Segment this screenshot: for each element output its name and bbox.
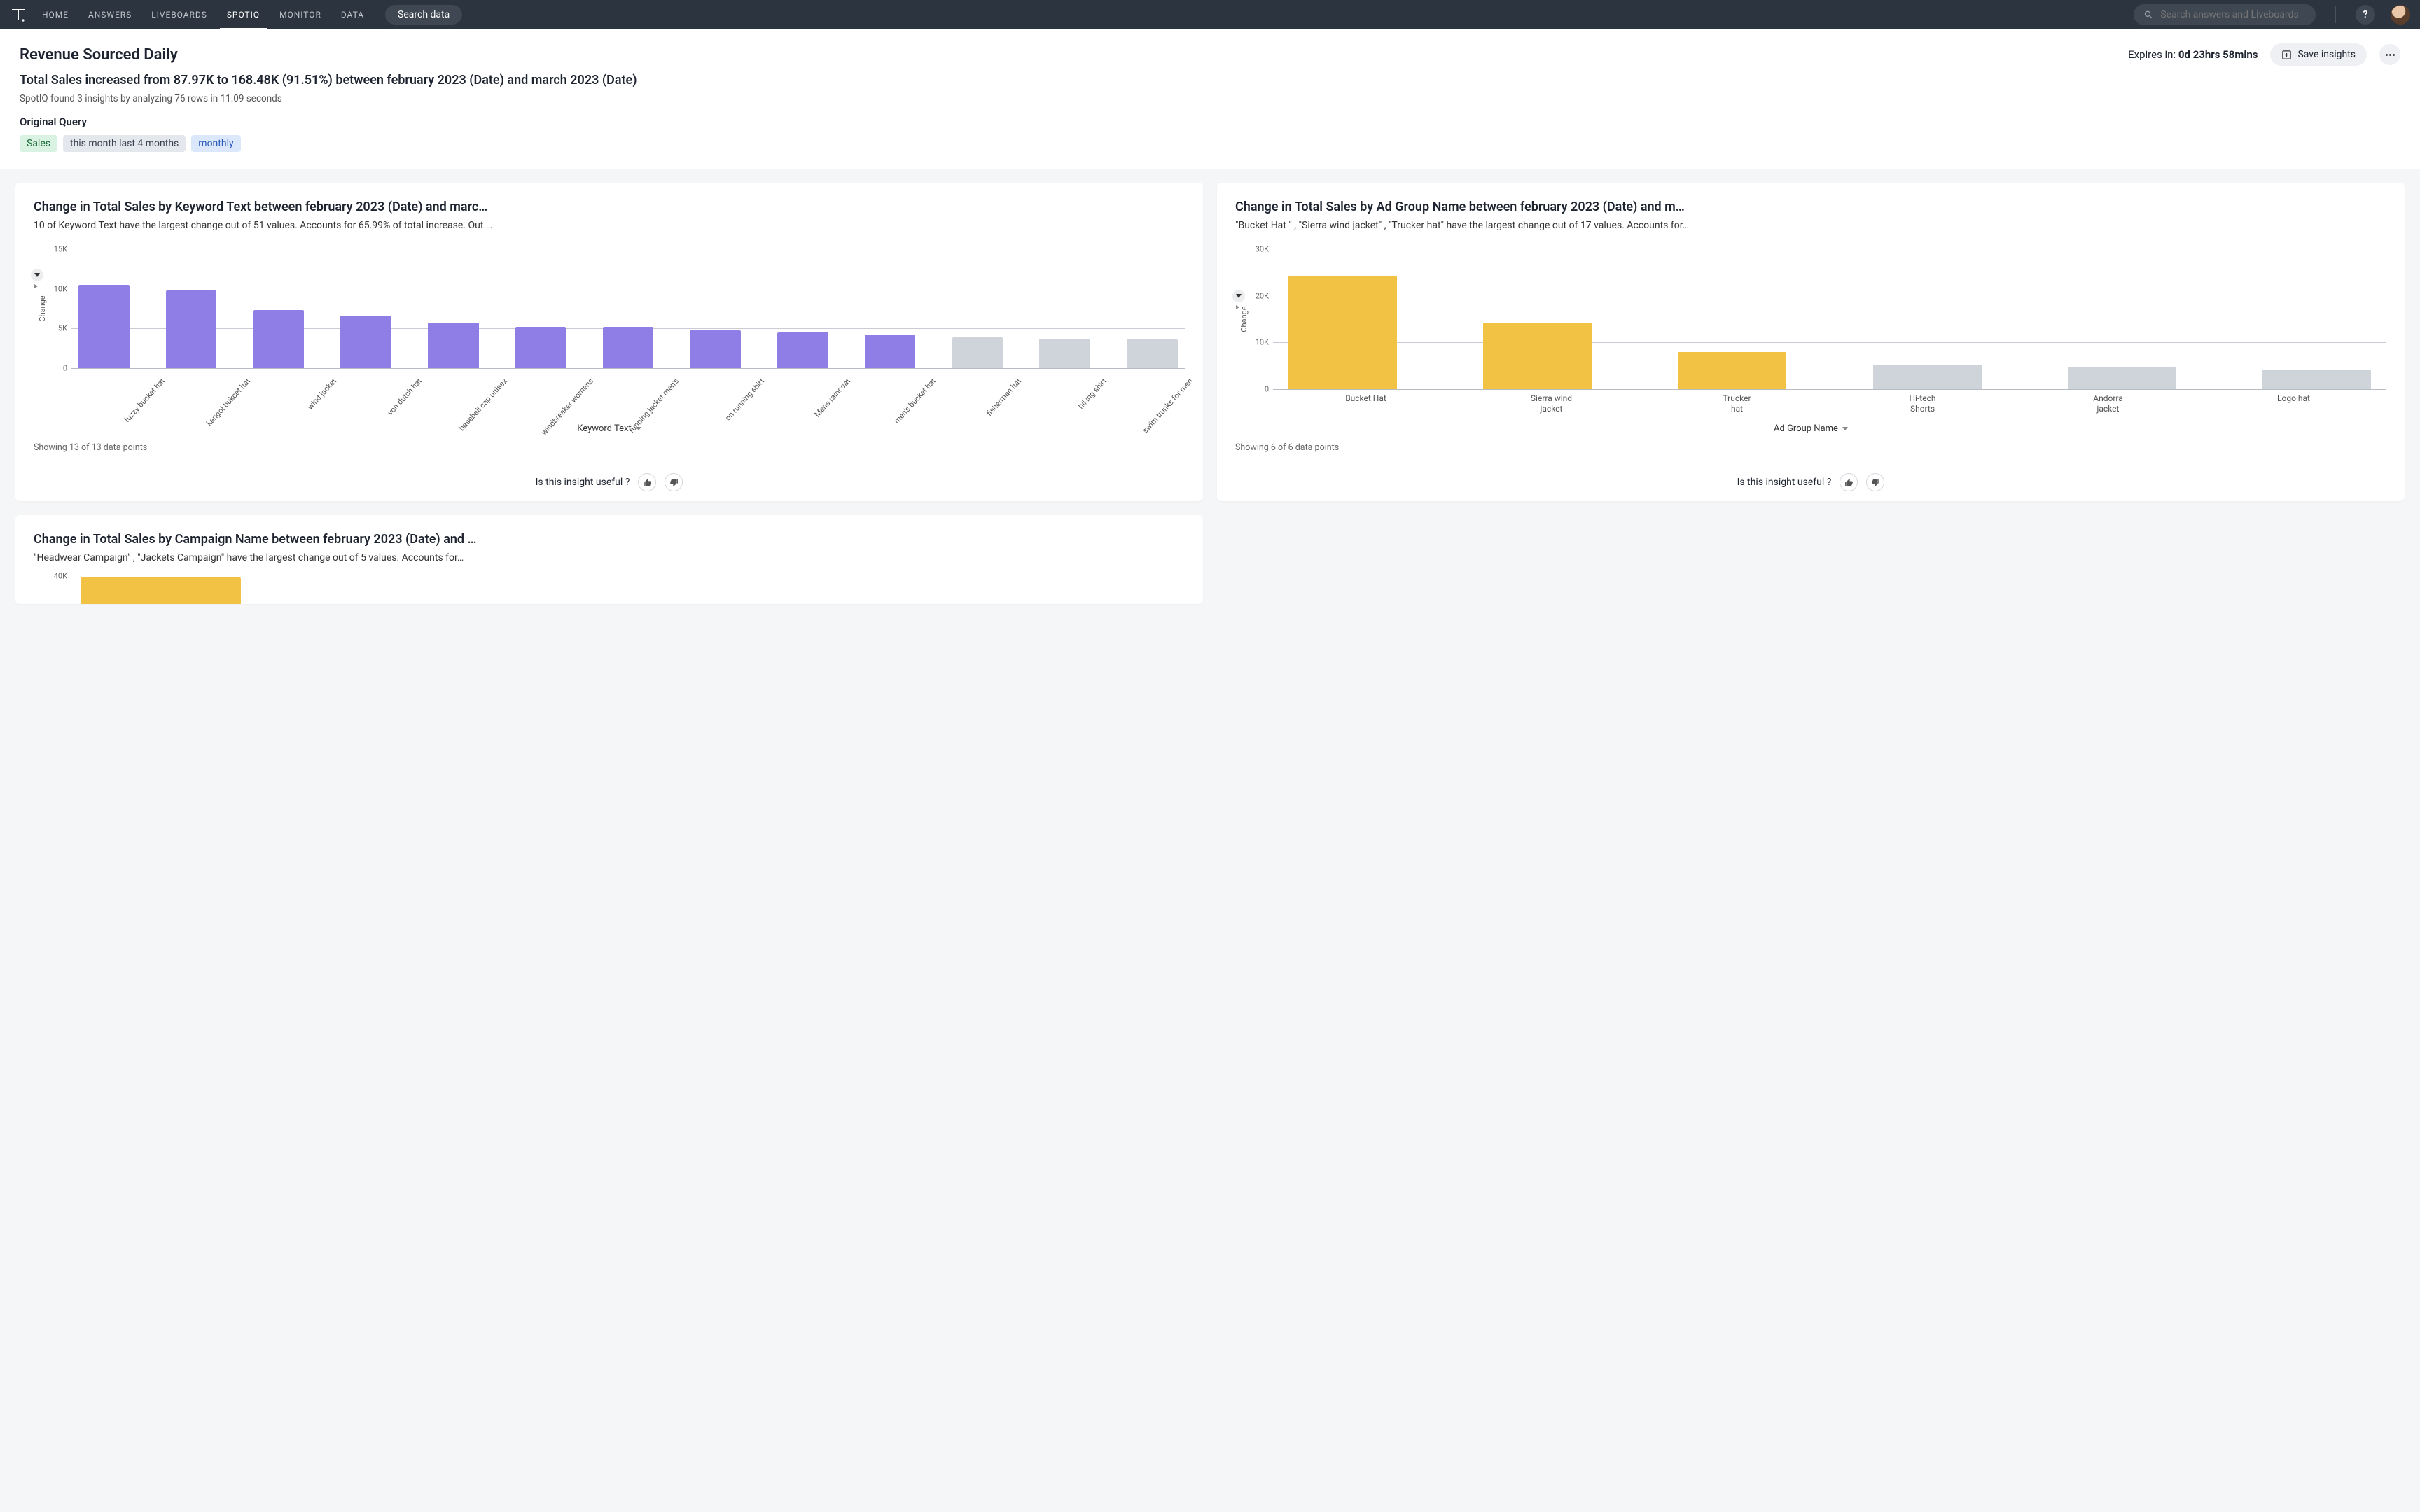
- insight-title: Change in Total Sales by Keyword Text be…: [34, 200, 1185, 214]
- more-menu-button[interactable]: [2379, 44, 2400, 65]
- nav-data[interactable]: DATA: [341, 10, 364, 20]
- logo-icon: [10, 6, 27, 23]
- y-axis: 30K 20K 10K 0: [1249, 249, 1273, 389]
- thumbs-up-button[interactable]: [1840, 473, 1858, 491]
- nav-liveboards[interactable]: LIVEBOARDS: [151, 10, 207, 20]
- insight-card-campaign: Change in Total Sales by Campaign Name b…: [15, 515, 1203, 604]
- main-nav: HOME ANSWERS LIVEBOARDS SPOTIQ MONITOR D…: [42, 10, 364, 20]
- feedback-row: Is this insight useful ?: [1217, 463, 2405, 501]
- insights-grid: Change in Total Sales by Keyword Text be…: [0, 169, 2420, 632]
- y-axis: 40K: [48, 576, 71, 604]
- nav-home[interactable]: HOME: [42, 10, 69, 20]
- axis-caret-icon: [34, 284, 38, 288]
- insight-card-keyword: Change in Total Sales by Keyword Text be…: [15, 183, 1203, 501]
- feedback-row: Is this insight useful ?: [15, 463, 1203, 501]
- x-categories: fuzzy bucket hatkangol bukcet hatwind ja…: [71, 372, 1185, 382]
- plot-area: [1273, 249, 2386, 389]
- insight-desc: "Headwear Campaign" , "Jackets Campaign"…: [34, 552, 1185, 564]
- sort-desc-icon[interactable]: [31, 269, 43, 281]
- save-icon: [2281, 50, 2292, 60]
- topbar: HOME ANSWERS LIVEBOARDS SPOTIQ MONITOR D…: [0, 0, 2420, 29]
- insight-desc: "Bucket Hat " , "Sierra wind jacket" , "…: [1235, 220, 2386, 231]
- data-count: Showing 13 of 13 data points: [34, 442, 1185, 453]
- global-search[interactable]: [2134, 4, 2316, 25]
- thumbs-down-icon: [669, 478, 679, 487]
- y-axis-label: Change: [38, 295, 47, 321]
- chart-keyword[interactable]: Change 15K 10K 5K 0: [34, 249, 1185, 368]
- insight-desc: 10 of Keyword Text have the largest chan…: [34, 220, 1185, 231]
- nav-spotiq[interactable]: SPOTIQ: [227, 10, 260, 20]
- feedback-question: Is this insight useful ?: [536, 477, 630, 488]
- x-axis-label[interactable]: Ad Group Name: [1235, 424, 2386, 434]
- app-logo[interactable]: [10, 6, 27, 23]
- pill-daterange[interactable]: this month last 4 months: [63, 135, 186, 152]
- plot-area: [71, 249, 1185, 368]
- thumbs-up-button[interactable]: [638, 473, 656, 491]
- page-header: Revenue Sourced Daily Expires in: 0d 23h…: [0, 29, 2420, 169]
- pill-grain[interactable]: monthly: [191, 135, 240, 152]
- page-title: Revenue Sourced Daily: [20, 46, 178, 64]
- chevron-down-icon: [1842, 427, 1848, 430]
- user-avatar[interactable]: [2391, 5, 2410, 24]
- thumbs-down-button[interactable]: [665, 473, 683, 491]
- thumbs-down-icon: [1871, 478, 1880, 487]
- nav-answers[interactable]: ANSWERS: [88, 10, 132, 20]
- chart-campaign[interactable]: 40K: [34, 576, 1185, 604]
- x-categories-line2: jackethatShortsjacket: [1273, 404, 2386, 414]
- save-insights-button[interactable]: Save insights: [2270, 43, 2367, 66]
- plot-area: [71, 576, 1185, 604]
- y-axis: 15K 10K 5K 0: [48, 249, 71, 368]
- x-categories: Bucket HatSierra windTruckerHi-techAndor…: [1273, 393, 2386, 404]
- insight-card-adgroup: Change in Total Sales by Ad Group Name b…: [1217, 183, 2405, 501]
- thumbs-up-icon: [1844, 478, 1854, 487]
- feedback-question: Is this insight useful ?: [1737, 477, 1832, 488]
- expires-label: Expires in: 0d 23hrs 58mins: [2128, 48, 2258, 61]
- global-search-input[interactable]: [2160, 9, 2306, 20]
- chart-adgroup[interactable]: Change 30K 20K 10K 0: [1235, 249, 2386, 389]
- thumbs-down-button[interactable]: [1866, 473, 1884, 491]
- topbar-divider: [2335, 6, 2336, 23]
- nav-monitor[interactable]: MONITOR: [279, 10, 321, 20]
- page-meta: SpotIQ found 3 insights by analyzing 76 …: [20, 93, 2400, 104]
- thumbs-up-icon: [643, 478, 652, 487]
- pill-measure[interactable]: Sales: [20, 135, 57, 152]
- query-pills: Sales this month last 4 months monthly: [20, 135, 2400, 152]
- original-query-label: Original Query: [20, 115, 2400, 128]
- help-button[interactable]: ?: [2356, 5, 2375, 24]
- search-icon: [2143, 9, 2153, 20]
- search-data-button[interactable]: Search data: [385, 5, 462, 24]
- data-count: Showing 6 of 6 data points: [1235, 442, 2386, 453]
- insight-title: Change in Total Sales by Campaign Name b…: [34, 532, 1185, 547]
- page-subtitle: Total Sales increased from 87.97K to 168…: [20, 73, 2400, 88]
- insight-title: Change in Total Sales by Ad Group Name b…: [1235, 200, 2386, 214]
- y-axis-label: Change: [1239, 306, 1249, 332]
- sort-desc-icon[interactable]: [1232, 290, 1245, 302]
